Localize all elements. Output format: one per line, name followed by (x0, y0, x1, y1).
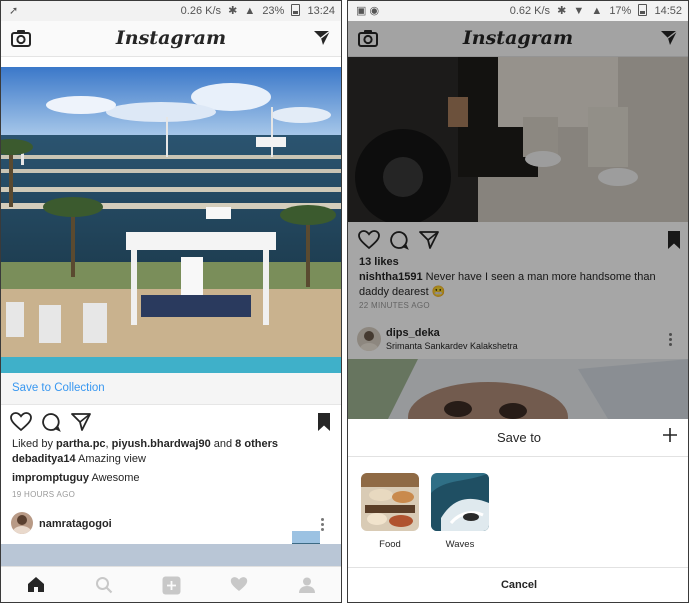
caption-username[interactable]: nishtha1591 (359, 271, 423, 283)
direct-message-icon[interactable] (660, 29, 678, 47)
bottom-navigation (1, 566, 341, 602)
more-options-icon[interactable] (669, 333, 673, 348)
avatar-image (360, 331, 378, 351)
caption-text: Amazing view (78, 453, 146, 465)
food-thumbnail-image (361, 473, 419, 531)
collection-waves[interactable]: Waves (431, 473, 489, 550)
likes-text[interactable]: 13 likes (359, 256, 399, 268)
left-screen: ➚ 0.26 K/s ✱ ▲ 23% 13:24 Instagram Save … (0, 0, 342, 603)
next-post-location[interactable]: Srimanta Sankardev Kalakshetra (386, 341, 518, 351)
share-icon[interactable] (71, 412, 91, 432)
post-timestamp: 22 MINUTES AGO (359, 298, 430, 313)
bluetooth-icon: ✱ (228, 5, 238, 17)
save-to-collection-link[interactable]: Save to Collection (12, 382, 105, 394)
comment-username[interactable]: impromptuguy (12, 472, 89, 484)
app-logo: Instagram (462, 27, 574, 49)
next-post-photo[interactable] (1, 544, 341, 568)
post-timestamp: 19 HOURS AGO (12, 487, 75, 502)
avatar[interactable] (11, 512, 33, 534)
likes-others-link[interactable]: 8 others (235, 438, 278, 450)
divider (348, 456, 688, 457)
like-icon[interactable] (10, 412, 32, 432)
wifi-icon: ▼ (573, 5, 585, 17)
status-bar: ➚ 0.26 K/s ✱ ▲ 23% 13:24 (1, 1, 341, 21)
top-bar: Instagram (1, 21, 341, 57)
clock: 13:24 (307, 5, 335, 17)
likes-line: Liked by partha.pc, piyush.bhardwaj90 an… (12, 438, 278, 450)
network-speed: 0.26 K/s (180, 5, 222, 17)
comment-icon[interactable] (389, 230, 409, 250)
divider (348, 567, 688, 568)
next-post-header: dips_deka Srimanta Sankardev Kalakshetra (348, 319, 688, 359)
right-screen: ▣ ◉ 0.62 K/s ✱ ▼ ▲ 17% 14:52 Instagram 1… (347, 0, 689, 603)
next-post-header: namratagogoi (1, 506, 341, 562)
bluetooth-icon: ✱ (557, 5, 567, 17)
search-icon[interactable] (95, 576, 113, 594)
post-time: 22 MINUTES AGO (359, 301, 430, 310)
battery-level: 17% (609, 5, 632, 17)
collection-name: Waves (445, 539, 475, 550)
sheet-title: Save to (496, 430, 542, 445)
bookmark-icon[interactable] (316, 412, 332, 432)
network-speed: 0.62 K/s (509, 5, 551, 17)
share-icon[interactable] (419, 230, 439, 250)
comment-text: Awesome (91, 472, 140, 484)
liker-username[interactable]: piyush.bhardwaj90 (112, 438, 211, 450)
caption: nishtha1591 Never have I seen a man more… (359, 270, 679, 300)
comment-icon[interactable] (41, 412, 61, 432)
post-photo[interactable] (348, 57, 688, 222)
notification-icons: ▣ ◉ (356, 5, 380, 17)
liker-username[interactable]: partha.pc (56, 438, 106, 450)
marina-photo (1, 57, 341, 373)
waves-thumbnail-image (431, 473, 489, 531)
post-photo[interactable] (1, 57, 341, 373)
bookmark-icon[interactable] (666, 230, 682, 250)
post-actions (348, 225, 688, 255)
collection-thumbnail (431, 473, 489, 531)
app-logo: Instagram (115, 27, 227, 49)
top-bar: Instagram (348, 21, 688, 57)
next-post-username[interactable]: namratagogoi (39, 518, 112, 530)
save-to-sheet: Save to Food Waves Cancel (348, 419, 688, 602)
cancel-button[interactable]: Cancel (348, 579, 688, 591)
likes-prefix: Liked by (12, 438, 57, 450)
caption: debaditya14 Amazing view (12, 452, 146, 467)
comment: impromptuguy Awesome (12, 471, 140, 486)
direct-message-icon[interactable] (313, 29, 331, 47)
likes-and: and (210, 438, 236, 450)
collection-food[interactable]: Food (361, 473, 419, 550)
like-icon[interactable] (358, 230, 380, 250)
battery-icon (638, 4, 648, 16)
avatar-image (13, 515, 31, 534)
battery-icon (291, 4, 301, 16)
next-post-photo[interactable] (348, 359, 688, 419)
scooter-photo (348, 57, 688, 222)
avatar[interactable] (357, 327, 381, 351)
clock: 14:52 (654, 5, 682, 17)
add-icon[interactable] (162, 576, 181, 595)
battery-level: 23% (262, 5, 285, 17)
signal-icon: ▲ (244, 5, 256, 17)
plus-icon[interactable] (662, 427, 678, 443)
notification-icon: ➚ (9, 5, 19, 17)
profile-icon[interactable] (298, 576, 316, 594)
selfie-photo (348, 359, 688, 419)
home-icon[interactable] (27, 576, 45, 593)
status-bar: ▣ ◉ 0.62 K/s ✱ ▼ ▲ 17% 14:52 (348, 1, 688, 21)
caption-username[interactable]: debaditya14 (12, 453, 76, 465)
heart-icon[interactable] (230, 576, 248, 593)
collection-thumbnail (361, 473, 419, 531)
next-post-username[interactable]: dips_deka (386, 327, 440, 339)
likes-count[interactable]: 13 likes (359, 255, 399, 270)
post-actions (1, 407, 341, 437)
save-to-collection-bar[interactable]: Save to Collection (1, 373, 341, 405)
post-time: 19 HOURS AGO (12, 490, 76, 499)
signal-icon: ▲ (591, 5, 603, 17)
collection-name: Food (379, 539, 401, 550)
more-options-icon[interactable] (321, 518, 325, 533)
